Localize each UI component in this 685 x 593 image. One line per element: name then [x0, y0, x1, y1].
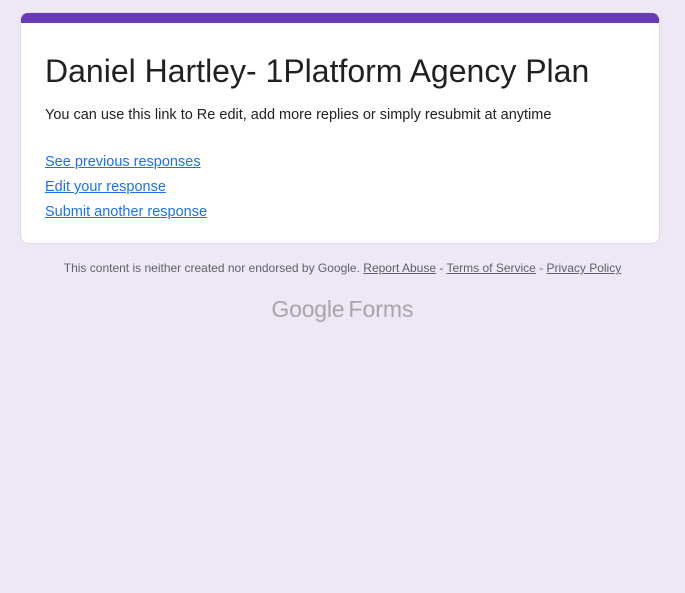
form-title: Daniel Hartley- 1Platform Agency Plan — [45, 53, 590, 89]
edit-response-link[interactable]: Edit your response — [45, 175, 207, 200]
footer-separator: - — [539, 261, 544, 275]
forms-wordmark: Forms — [348, 296, 414, 322]
response-card: Daniel Hartley- 1Platform Agency Plan Yo… — [20, 12, 660, 244]
footer: This content is neither created nor endo… — [0, 259, 685, 277]
report-abuse-link[interactable]: Report Abuse — [363, 261, 436, 275]
see-previous-responses-link[interactable]: See previous responses — [45, 150, 207, 175]
confirmation-message: You can use this link to Re edit, add mo… — [45, 107, 552, 123]
footer-separator: - — [439, 261, 444, 275]
privacy-policy-link[interactable]: Privacy Policy — [547, 261, 622, 275]
card-accent-bar — [21, 13, 659, 23]
google-forms-logo[interactable]: Google Forms — [0, 294, 685, 324]
submit-another-response-link[interactable]: Submit another response — [45, 200, 207, 225]
footer-disclaimer: This content is neither created nor endo… — [63, 261, 360, 275]
google-wordmark: Google — [271, 296, 345, 322]
terms-of-service-link[interactable]: Terms of Service — [446, 261, 535, 275]
response-links: See previous responses Edit your respons… — [45, 150, 207, 225]
